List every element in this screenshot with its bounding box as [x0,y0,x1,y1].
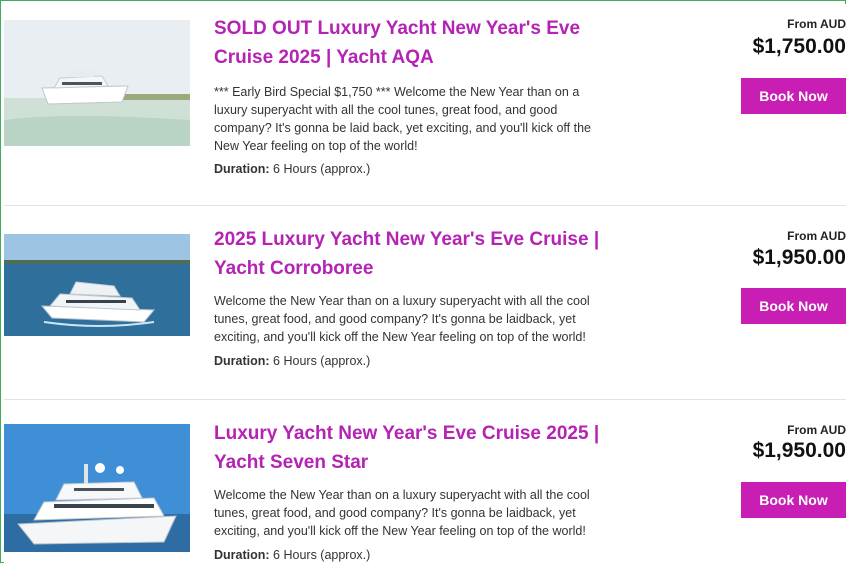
listing-description: Welcome the New Year than on a luxury su… [214,488,590,538]
yacht-image[interactable] [4,424,190,552]
from-label: From AUD [787,423,846,437]
listing-duration: Duration: 6 Hours (approx.) [214,354,370,368]
price: $1,950.00 [752,246,846,269]
yacht-image[interactable] [4,20,190,146]
listing-card: 2025 Luxury Yacht New Year's Eve Cruise … [4,206,846,400]
duration-value: 6 Hours (approx.) [273,354,371,368]
book-now-button[interactable]: Book Now [741,78,846,114]
duration-label: Duration: [214,162,270,176]
listing-title[interactable]: SOLD OUT Luxury Yacht New Year's Eve Cru… [214,14,614,72]
listing-duration: Duration: 6 Hours (approx.) [214,162,370,176]
price: $1,750.00 [752,35,846,58]
from-label: From AUD [787,229,846,243]
duration-label: Duration: [214,354,270,368]
listing-title[interactable]: Luxury Yacht New Year's Eve Cruise 2025 … [214,419,614,477]
duration-value: 6 Hours (approx.) [273,162,371,176]
from-label: From AUD [787,17,846,31]
listing-duration: Duration: 6 Hours (approx.) [214,548,370,562]
listing-card: Luxury Yacht New Year's Eve Cruise 2025 … [4,400,846,565]
yacht-image[interactable] [4,234,190,336]
listing-card: SOLD OUT Luxury Yacht New Year's Eve Cru… [4,4,846,206]
listing-description: Welcome the New Year than on a luxury su… [214,294,590,344]
duration-value: 6 Hours (approx.) [273,548,371,562]
duration-label: Duration: [214,548,270,562]
listing-description: *** Early Bird Special $1,750 *** Welcom… [214,85,591,153]
listing-title[interactable]: 2025 Luxury Yacht New Year's Eve Cruise … [214,225,614,283]
book-now-button[interactable]: Book Now [741,482,846,518]
price: $1,950.00 [752,439,846,462]
book-now-button[interactable]: Book Now [741,288,846,324]
